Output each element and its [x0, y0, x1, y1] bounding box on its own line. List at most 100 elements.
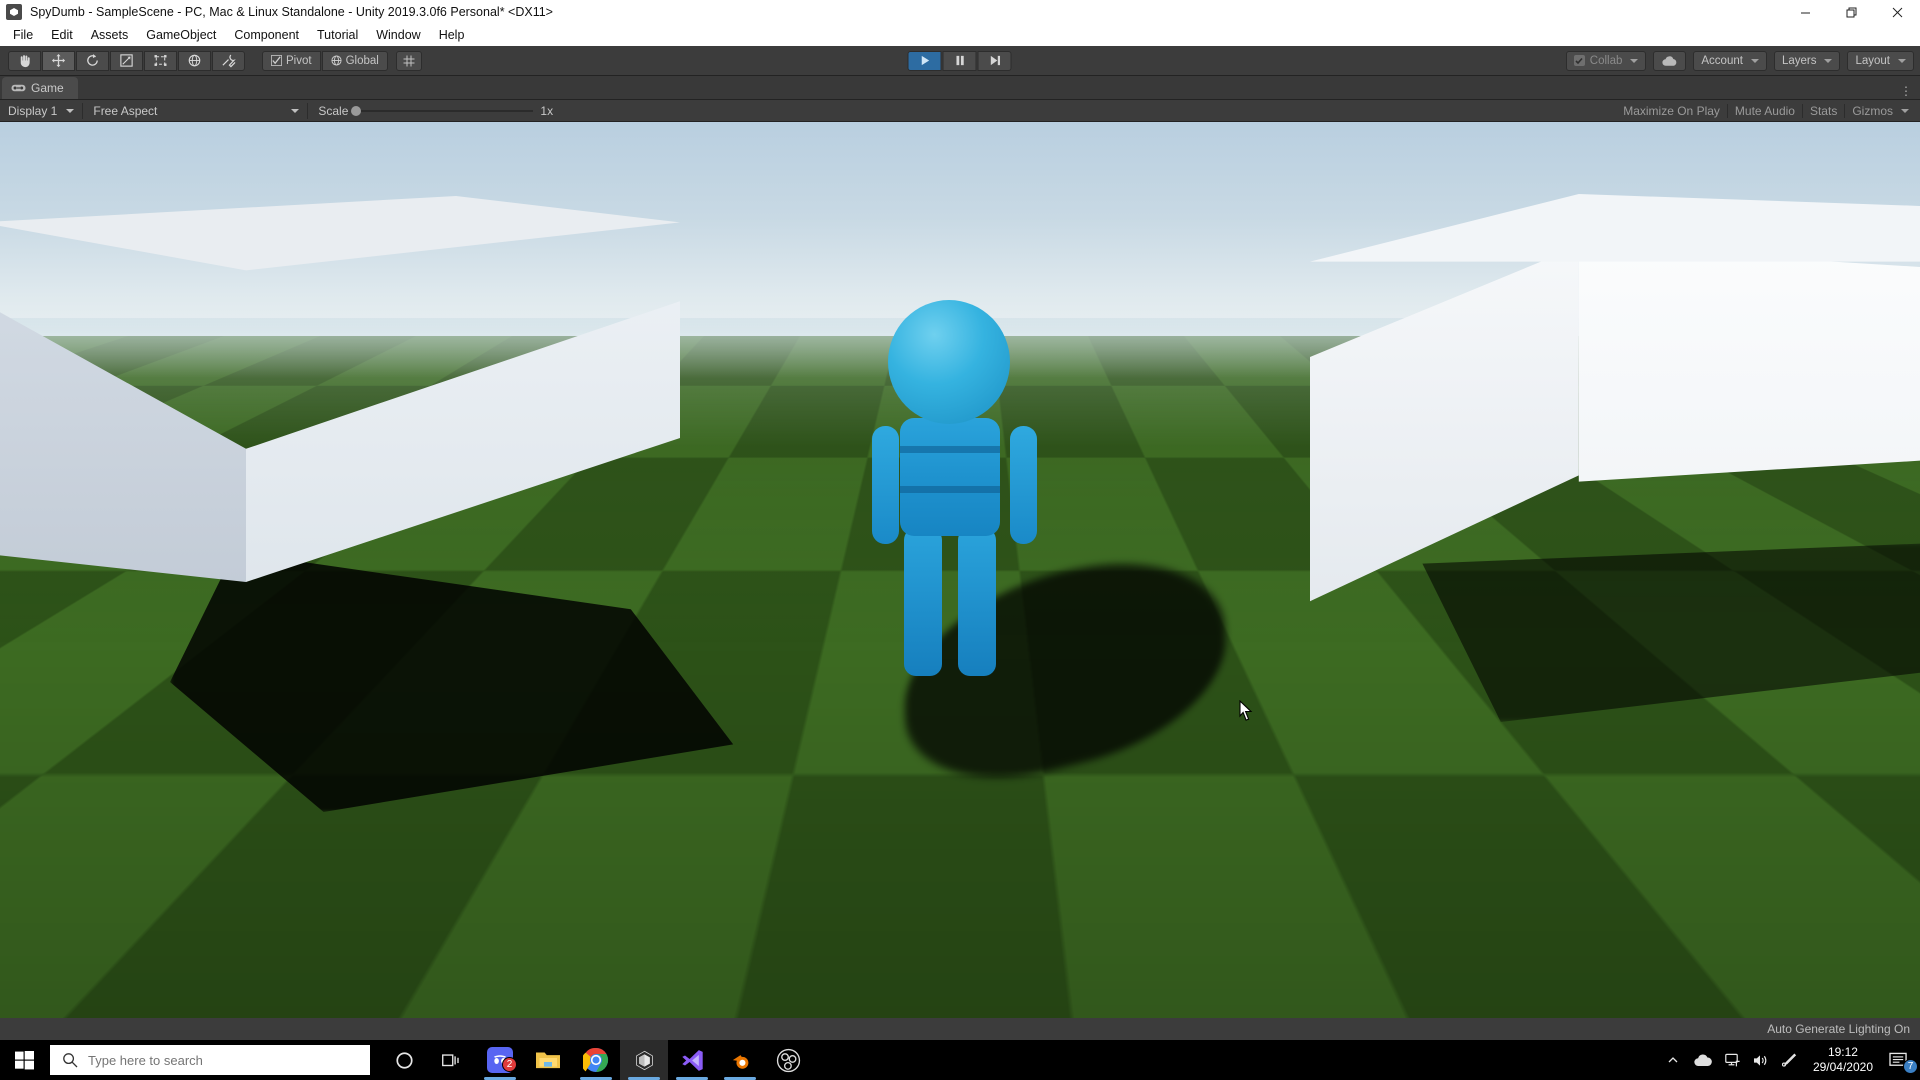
- character-torso-seam: [900, 486, 1000, 493]
- taskbar-search-box[interactable]: [50, 1045, 370, 1075]
- play-button[interactable]: [908, 51, 942, 71]
- character-head: [888, 300, 1010, 424]
- menu-item-gameobject[interactable]: GameObject: [137, 26, 225, 44]
- collab-label: Collab: [1590, 55, 1623, 67]
- layers-dropdown[interactable]: Layers: [1774, 51, 1841, 71]
- gizmos-label: Gizmos: [1852, 104, 1893, 118]
- divider: [82, 103, 83, 119]
- aspect-dropdown[interactable]: Free Aspect: [87, 102, 305, 120]
- scale-slider-knob[interactable]: [351, 106, 361, 116]
- tab-game-label: Game: [31, 81, 64, 95]
- menu-item-edit[interactable]: Edit: [42, 26, 82, 44]
- windows-start-button[interactable]: [0, 1040, 48, 1080]
- restore-icon[interactable]: [1828, 0, 1874, 24]
- maximize-on-play-button[interactable]: Maximize On Play: [1616, 102, 1727, 120]
- custom-tool-button[interactable]: [212, 51, 245, 71]
- clock-date: 29/04/2020: [1813, 1060, 1873, 1075]
- scale-value: 1x: [540, 104, 553, 118]
- chevron-down-icon: [1898, 59, 1906, 63]
- pause-icon: [953, 54, 966, 67]
- menu-item-assets[interactable]: Assets: [82, 26, 138, 44]
- collab-button[interactable]: Collab: [1566, 51, 1647, 71]
- tray-chevron-up-icon[interactable]: [1659, 1040, 1687, 1080]
- rect-tool-button[interactable]: [144, 51, 177, 71]
- mute-audio-button[interactable]: Mute Audio: [1728, 102, 1802, 120]
- menu-item-tutorial[interactable]: Tutorial: [308, 26, 367, 44]
- taskbar-app-obs[interactable]: [764, 1040, 812, 1080]
- search-icon: [62, 1052, 78, 1068]
- scale-slider-group[interactable]: Scale 1x: [310, 104, 553, 118]
- play-controls-group: [908, 51, 1013, 71]
- toolbar-right-group: Collab Account Layers Layout: [1566, 51, 1914, 71]
- account-dropdown[interactable]: Account: [1693, 51, 1767, 71]
- cortana-button[interactable]: [380, 1040, 428, 1080]
- stats-button[interactable]: Stats: [1803, 102, 1844, 120]
- taskbar-app-file-explorer[interactable]: [524, 1040, 572, 1080]
- grid-icon: [403, 55, 415, 67]
- move-tool-button[interactable]: [42, 51, 75, 71]
- taskbar-app-discord[interactable]: 2: [476, 1040, 524, 1080]
- menu-item-component[interactable]: Component: [225, 26, 308, 44]
- transform-icon: [187, 53, 202, 68]
- search-input[interactable]: [88, 1053, 338, 1068]
- pivot-toggle-button[interactable]: Pivot: [262, 51, 321, 71]
- taskbar-app-chrome[interactable]: [572, 1040, 620, 1080]
- status-message: Auto Generate Lighting On: [1767, 1022, 1910, 1036]
- step-button[interactable]: [978, 51, 1012, 71]
- window-controls: [1782, 0, 1920, 24]
- left-white-box: [0, 196, 700, 716]
- taskbar-app-unity[interactable]: [620, 1040, 668, 1080]
- menu-item-window[interactable]: Window: [367, 26, 429, 44]
- globe-icon: [331, 55, 342, 66]
- character-right-leg: [958, 528, 996, 676]
- transform-tool-button[interactable]: [178, 51, 211, 71]
- menu-bar: File Edit Assets GameObject Component Tu…: [0, 24, 1920, 46]
- cloud-button[interactable]: [1653, 51, 1686, 71]
- global-toggle-button[interactable]: Global: [322, 51, 388, 71]
- minimize-icon[interactable]: [1782, 0, 1828, 24]
- clock-time: 19:12: [1828, 1045, 1858, 1060]
- discord-badge: 2: [502, 1057, 517, 1072]
- layout-dropdown[interactable]: Layout: [1847, 51, 1914, 71]
- scale-icon: [119, 53, 134, 68]
- system-tray: 19:12 29/04/2020 7: [1659, 1040, 1920, 1080]
- close-icon[interactable]: [1874, 0, 1920, 24]
- chevron-down-icon: [1824, 59, 1832, 63]
- character-left-leg: [904, 528, 942, 676]
- chevron-down-icon: [1901, 109, 1909, 113]
- account-label: Account: [1701, 55, 1743, 67]
- hand-tool-button[interactable]: [8, 51, 41, 71]
- game-toolbar-right: Maximize On Play Mute Audio Stats Gizmos: [1616, 102, 1916, 120]
- tray-pen-icon[interactable]: [1775, 1040, 1803, 1080]
- character-left-arm: [872, 426, 899, 544]
- pivot-icon: [271, 55, 282, 66]
- right-white-box: [1310, 194, 1920, 694]
- tray-volume-icon[interactable]: [1747, 1040, 1775, 1080]
- display-dropdown[interactable]: Display 1: [2, 102, 80, 120]
- chevron-down-icon: [1630, 59, 1638, 63]
- tray-onedrive-cloud-icon[interactable]: [1687, 1040, 1719, 1080]
- game-viewport[interactable]: [0, 122, 1920, 1018]
- taskbar-app-vscode[interactable]: [668, 1040, 716, 1080]
- menu-item-file[interactable]: File: [4, 26, 42, 44]
- rect-icon: [153, 53, 168, 68]
- rotate-tool-button[interactable]: [76, 51, 109, 71]
- gizmos-button[interactable]: Gizmos: [1845, 102, 1916, 120]
- taskbar-app-blender[interactable]: [716, 1040, 764, 1080]
- scale-tool-button[interactable]: [110, 51, 143, 71]
- grid-snap-button[interactable]: [396, 51, 422, 71]
- scale-slider[interactable]: [355, 110, 533, 112]
- panel-options-button[interactable]: ⋮: [1900, 87, 1912, 95]
- tab-game[interactable]: Game: [2, 77, 78, 99]
- hand-icon: [17, 53, 32, 68]
- task-view-icon: [442, 1052, 462, 1069]
- task-view-button[interactable]: [428, 1040, 476, 1080]
- chevron-down-icon: [66, 109, 74, 113]
- cortana-icon: [395, 1051, 414, 1070]
- notification-center-button[interactable]: 7: [1883, 1040, 1920, 1080]
- mouse-cursor: [1239, 700, 1254, 727]
- menu-item-help[interactable]: Help: [430, 26, 474, 44]
- tray-network-icon[interactable]: [1719, 1040, 1747, 1080]
- pause-button[interactable]: [943, 51, 977, 71]
- taskbar-clock[interactable]: 19:12 29/04/2020: [1803, 1040, 1883, 1080]
